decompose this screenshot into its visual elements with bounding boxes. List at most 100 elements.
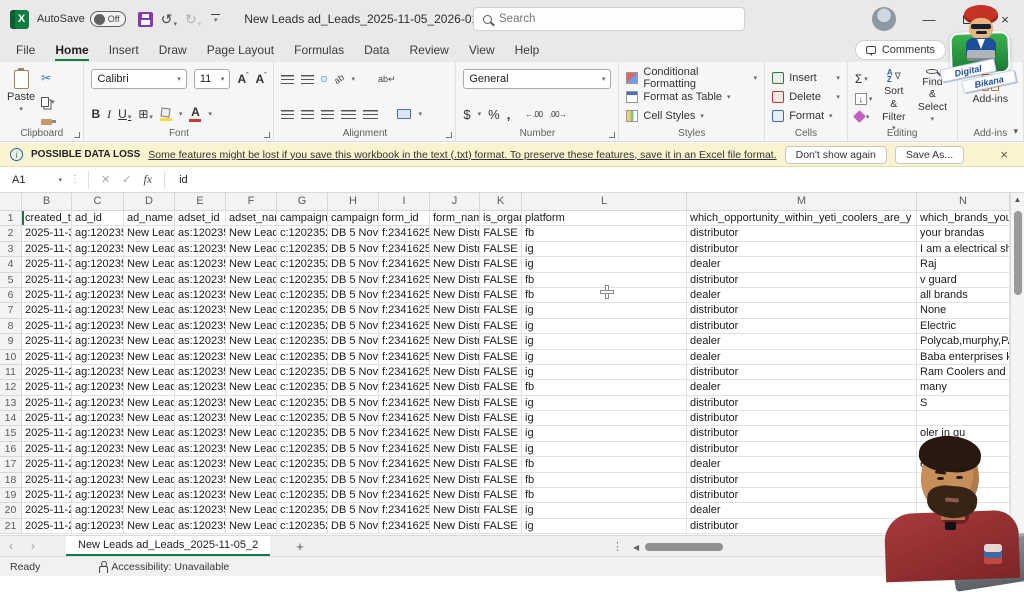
- cell[interactable]: New Lead:: [226, 272, 277, 288]
- comments-button[interactable]: Comments: [854, 40, 946, 60]
- cell[interactable]: as:120235: [175, 488, 226, 504]
- cell[interactable]: as:120235: [175, 472, 226, 489]
- cancel-entry-icon[interactable]: ✕: [95, 173, 116, 186]
- cell[interactable]: ag:120235: [72, 287, 124, 304]
- cell[interactable]: distributor: [687, 272, 917, 288]
- select-all-corner[interactable]: [0, 193, 22, 211]
- cell[interactable]: FALSE: [480, 380, 522, 396]
- search-box[interactable]: [473, 7, 745, 31]
- undo-button[interactable]: ↺ ▾: [161, 11, 177, 28]
- cell[interactable]: ag:120235: [72, 349, 124, 365]
- cell[interactable]: FALSE: [480, 287, 522, 304]
- cell[interactable]: c:1202352: [277, 303, 328, 319]
- cell[interactable]: ag:120235: [72, 272, 124, 288]
- cell[interactable]: New Lead:: [226, 411, 277, 427]
- save-as-button[interactable]: Save As...: [894, 145, 965, 164]
- column-header[interactable]: L: [522, 193, 687, 211]
- cell[interactable]: which_brands_you: [917, 211, 1010, 227]
- cell[interactable]: New Distri: [430, 257, 480, 273]
- cell[interactable]: New Distri: [430, 488, 480, 504]
- cell[interactable]: c:1202352: [277, 364, 328, 381]
- row-number[interactable]: 4: [0, 257, 22, 273]
- cell[interactable]: New Lead:: [124, 518, 175, 535]
- cell[interactable]: as:120235: [175, 257, 226, 273]
- column-header[interactable]: B: [22, 193, 72, 211]
- cell[interactable]: New Distri: [430, 457, 480, 473]
- tab-home[interactable]: Home: [45, 40, 98, 61]
- cell[interactable]: DB 5 Nov I: [328, 364, 379, 381]
- cell[interactable]: Polycab,murphy,PA: [917, 334, 1010, 350]
- column-header[interactable]: J: [430, 193, 480, 211]
- cell[interactable]: f:2341625: [379, 226, 430, 242]
- cell[interactable]: FALSE: [480, 488, 522, 504]
- cell[interactable]: New Distri: [430, 303, 480, 319]
- cell[interactable]: New Distri: [430, 380, 480, 396]
- cell[interactable]: ig: [522, 364, 687, 381]
- cell[interactable]: f:2341625: [379, 380, 430, 396]
- cell[interactable]: 2025-11-2: [22, 441, 72, 458]
- cell[interactable]: which_opportunity_within_yeti_coolers_ar…: [687, 211, 917, 227]
- row-number[interactable]: 6: [0, 287, 22, 304]
- row-number[interactable]: 8: [0, 318, 22, 335]
- format-as-table-button[interactable]: Format as Table ▾: [626, 88, 757, 107]
- row-number[interactable]: 7: [0, 303, 22, 319]
- cell[interactable]: ig: [522, 241, 687, 258]
- row-number[interactable]: 15: [0, 426, 22, 442]
- row-number[interactable]: 9: [0, 334, 22, 350]
- column-header[interactable]: M: [687, 193, 917, 211]
- merge-center-button[interactable]: [397, 109, 412, 119]
- cell[interactable]: f:2341625: [379, 488, 430, 504]
- clear-button[interactable]: ▾: [852, 110, 873, 124]
- cell[interactable]: 2025-11-2: [22, 488, 72, 504]
- scroll-left-icon[interactable]: ◀: [633, 543, 639, 552]
- cell[interactable]: v guard: [917, 272, 1010, 288]
- next-sheet-button[interactable]: ›: [22, 539, 44, 553]
- cell[interactable]: New Lead:: [124, 318, 175, 335]
- cell[interactable]: ag:120235: [72, 411, 124, 427]
- cell[interactable]: fb: [522, 472, 687, 489]
- cell[interactable]: f:2341625: [379, 457, 430, 473]
- cell[interactable]: Raj: [917, 257, 1010, 273]
- accessibility-status[interactable]: Accessibility: Unavailable: [98, 560, 229, 573]
- alignment-dialog-launcher[interactable]: [446, 132, 453, 138]
- cell[interactable]: New Distri: [430, 426, 480, 442]
- cell[interactable]: New Lead:: [124, 272, 175, 288]
- row-number[interactable]: 18: [0, 472, 22, 489]
- confirm-entry-icon[interactable]: ✓: [116, 173, 137, 186]
- cell[interactable]: c:1202352: [277, 518, 328, 535]
- cell[interactable]: c:1202352: [277, 488, 328, 504]
- cell[interactable]: f:2341625: [379, 272, 430, 288]
- cell[interactable]: New Lead:: [124, 349, 175, 365]
- cell[interactable]: FALSE: [480, 303, 522, 319]
- cell[interactable]: distributor: [687, 241, 917, 258]
- cell[interactable]: f:2341625: [379, 318, 430, 335]
- cell[interactable]: as:120235: [175, 411, 226, 427]
- cell[interactable]: as:120235: [175, 318, 226, 335]
- cell[interactable]: New Distri: [430, 411, 480, 427]
- cell[interactable]: FALSE: [480, 411, 522, 427]
- format-cells-button[interactable]: Format ▾: [772, 106, 840, 125]
- row-number[interactable]: 19: [0, 488, 22, 504]
- cell[interactable]: DB 5 Nov I: [328, 503, 379, 519]
- align-left-button[interactable]: [281, 109, 295, 119]
- cell[interactable]: as:120235: [175, 226, 226, 242]
- paste-button[interactable]: Paste ▾: [7, 68, 35, 125]
- increase-decimal-button[interactable]: ←.00: [525, 110, 543, 119]
- cell[interactable]: Ram Coolers and S: [917, 364, 1010, 381]
- row-number[interactable]: 2: [0, 226, 22, 242]
- cell[interactable]: New Lead:: [226, 334, 277, 350]
- align-bottom-button[interactable]: [321, 76, 328, 82]
- cell[interactable]: New Lead:: [124, 395, 175, 412]
- cell[interactable]: 2025-11-2: [22, 364, 72, 381]
- cell[interactable]: FALSE: [480, 364, 522, 381]
- cell[interactable]: New Distri: [430, 272, 480, 288]
- cell[interactable]: New Lead:: [124, 226, 175, 242]
- cell[interactable]: New Lead:: [226, 257, 277, 273]
- cell[interactable]: 2025-11-3: [22, 226, 72, 242]
- cell[interactable]: dealer: [687, 349, 917, 365]
- cell[interactable]: c:1202352: [277, 334, 328, 350]
- cell[interactable]: FALSE: [480, 318, 522, 335]
- format-painter-button[interactable]: [41, 119, 57, 125]
- cell[interactable]: New Lead:: [124, 380, 175, 396]
- cell[interactable]: New Lead:: [124, 441, 175, 458]
